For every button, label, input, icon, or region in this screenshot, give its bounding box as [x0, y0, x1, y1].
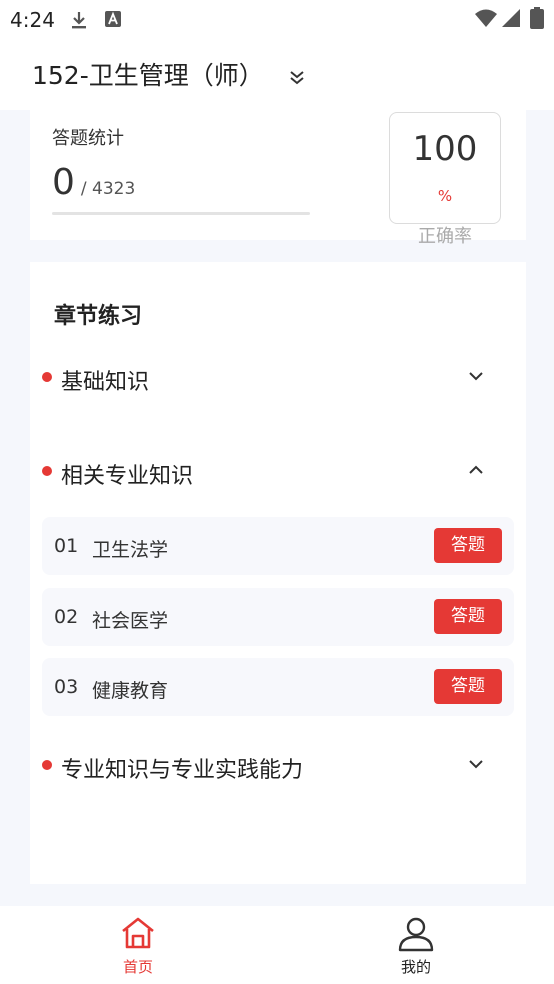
list-item[interactable]: 01 卫生法学 答题 — [42, 517, 514, 575]
section-bullet — [42, 466, 52, 476]
tab-label: 我的 — [400, 958, 431, 976]
accuracy-label: 正确率 — [418, 226, 472, 247]
section-label: 专业知识与专业实践能力 — [61, 758, 304, 783]
answered-count: 0 / 4323 — [52, 162, 135, 203]
app-notification-icon — [105, 11, 121, 27]
tab-mine[interactable]: 我的 — [356, 906, 476, 984]
answered-value: 0 — [52, 162, 75, 203]
section-label: 基础知识 — [61, 370, 150, 395]
total-questions: / 4323 — [80, 179, 136, 199]
item-label: 健康教育 — [92, 680, 169, 702]
accuracy-unit: % — [437, 187, 453, 205]
item-label: 卫生法学 — [92, 539, 169, 561]
chapters-card: 章节练习 基础知识 相关专业知识 01 卫生法学 答题 02 社会医学 答题 0… — [30, 262, 526, 884]
stats-label: 答题统计 — [52, 128, 124, 149]
item-label: 社会医学 — [92, 610, 169, 632]
status-time: 4:24 — [10, 8, 55, 32]
item-number: 01 — [54, 535, 79, 557]
item-number: 03 — [54, 676, 79, 698]
user-icon — [398, 917, 434, 952]
section-related-knowledge[interactable]: 相关专业知识 — [30, 452, 526, 492]
answer-button[interactable]: 答题 — [434, 599, 502, 634]
home-icon — [122, 917, 154, 949]
chevron-up-icon[interactable] — [466, 460, 486, 480]
section-bullet — [42, 372, 52, 382]
list-item[interactable]: 03 健康教育 答题 — [42, 658, 514, 716]
answer-button[interactable]: 答题 — [434, 528, 502, 563]
accuracy-value: 100 — [412, 129, 478, 169]
battery-icon — [530, 7, 544, 29]
item-number: 02 — [54, 606, 79, 628]
section-label: 相关专业知识 — [61, 464, 194, 489]
list-item[interactable]: 02 社会医学 答题 — [42, 588, 514, 646]
tab-home[interactable]: 首页 — [78, 906, 198, 984]
double-chevron-down-icon[interactable] — [286, 66, 308, 88]
wifi-icon — [475, 9, 497, 27]
tab-label: 首页 — [122, 958, 153, 976]
page-title: 152-卫生管理（师） — [32, 61, 264, 90]
chapters-title: 章节练习 — [54, 304, 143, 329]
progress-bar — [52, 212, 310, 215]
app-header: 152-卫生管理（师） — [0, 40, 554, 110]
section-basic-knowledge[interactable]: 基础知识 — [30, 358, 526, 398]
chevron-down-icon[interactable] — [466, 366, 486, 386]
section-bullet — [42, 760, 52, 770]
section-professional-practice[interactable]: 专业知识与专业实践能力 — [30, 746, 526, 786]
status-bar: 4:24 — [0, 0, 554, 40]
signal-icon — [502, 9, 520, 27]
answer-button[interactable]: 答题 — [434, 669, 502, 704]
download-icon — [72, 12, 86, 29]
accuracy-box: 100 % — [389, 112, 501, 224]
chevron-down-icon[interactable] — [466, 754, 486, 774]
stats-card: 答题统计 0 / 4323 100 % 正确率 — [30, 110, 526, 247]
bottom-tab-bar: 首页 我的 — [0, 906, 554, 984]
